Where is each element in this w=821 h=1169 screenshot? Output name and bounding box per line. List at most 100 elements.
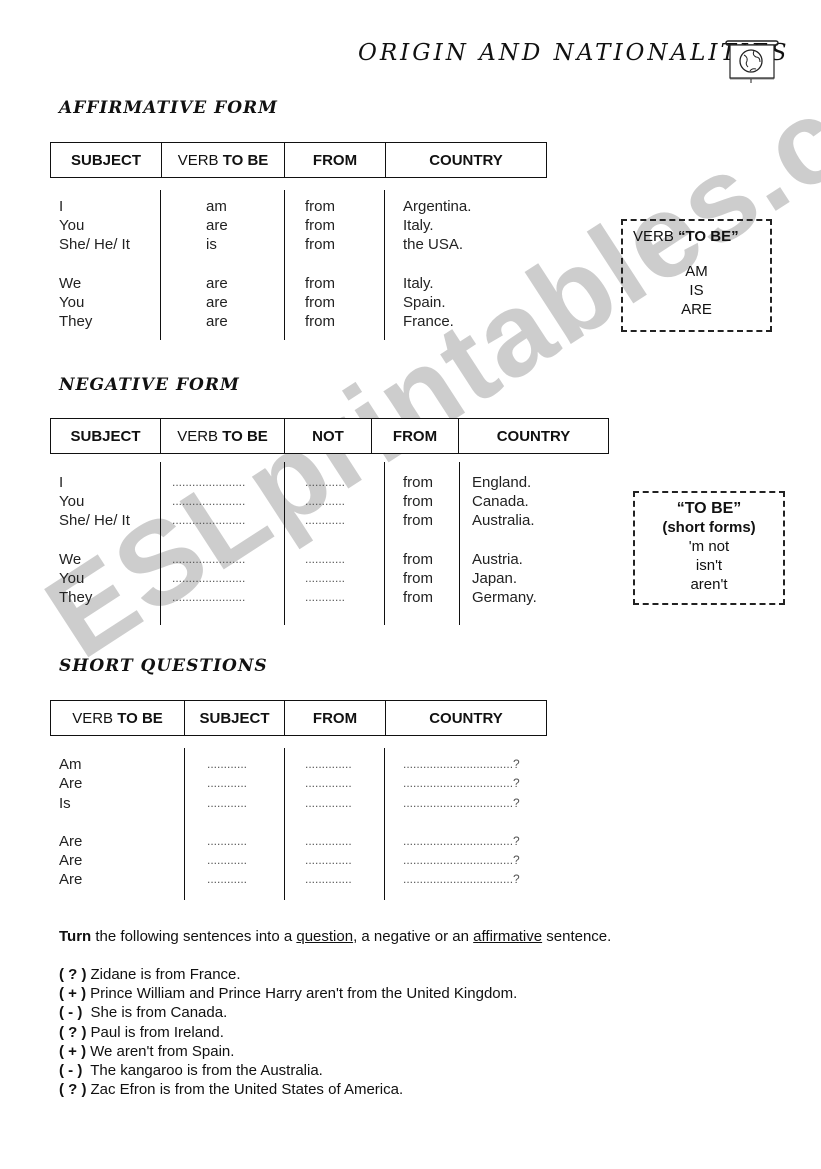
negative-from: from [403,493,433,510]
from-blank[interactable]: .............. [305,851,352,870]
short-forms-subtitle: (short forms) [662,519,756,536]
from-blank[interactable]: .............. [305,774,352,793]
verb-blank[interactable]: ...................... [172,473,245,492]
affirmative-from: from [305,275,335,292]
column-header-subject: SUBJECT [185,701,285,735]
negative-subject: You [59,493,85,510]
sentence-mark: ( - ) [59,1062,83,1079]
not-blank[interactable]: ............ [305,473,345,492]
affirmative-from: from [305,294,335,311]
not-blank[interactable]: ............ [305,511,345,530]
subject-blank[interactable]: ............ [207,755,247,774]
negative-country: Japan. [472,570,518,587]
column-header-country: COUNTRY [429,151,503,169]
column-divider [384,190,385,340]
from-blank[interactable]: .............. [305,832,352,851]
subject-blank[interactable]: ............ [207,851,247,870]
affirmative-header-row: SUBJECT VERB TO BE FROM COUNTRY [50,142,547,178]
short-forms-box: “TO BE” (short forms) 'm not isn't aren'… [633,491,785,605]
question-verb: Are [59,852,83,869]
sentence-text: Prince William and Prince Harry aren't f… [90,985,518,1002]
negative-from: from [403,551,433,568]
sentence-mark: ( ? ) [59,1024,87,1041]
verb-blank[interactable]: ...................... [172,511,245,530]
affirmative-from: from [305,313,335,330]
column-header-verb-to-be: VERB TO BE [161,419,285,453]
questions-heading: SHORT QUESTIONS [59,656,268,676]
column-divider [184,748,185,900]
verb-form: IS [689,282,704,299]
column-header-from: FROM [372,419,459,453]
question-verb: Are [59,833,83,850]
negative-country: Australia. [472,512,535,529]
country-blank[interactable]: .................................? [403,755,520,774]
column-header-from: FROM [285,143,386,177]
not-blank[interactable]: ............ [305,550,345,569]
affirmative-country: France. [403,313,454,330]
from-blank[interactable]: .............. [305,870,352,889]
from-blank[interactable]: .............. [305,755,352,774]
verb-blank[interactable]: ...................... [172,492,245,511]
column-header-verb-to-be: VERB TO BE [162,143,285,177]
negative-from: from [403,570,433,587]
verb-blank[interactable]: ...................... [172,550,245,569]
verb-to-be-box: VERB “TO BE” AM IS ARE [621,219,772,332]
exercise-sentence: ( ? ) Paul is from Ireland. [59,1023,224,1042]
sentence-mark: ( + ) [59,1043,87,1060]
negative-header-row: SUBJECT VERB TO BE NOT FROM COUNTRY [50,418,609,454]
affirmative-subject: They [59,313,93,330]
affirmative-subject: You [59,217,85,234]
exercise-sentence: ( + ) Prince William and Prince Harry are… [59,984,517,1003]
negative-subject: I [59,474,64,491]
affirmative-country: Italy. [403,217,434,234]
question-verb: Are [59,775,83,792]
subject-blank[interactable]: ............ [207,794,247,813]
globe-projector-screen-icon [724,38,780,83]
subject-blank[interactable]: ............ [207,774,247,793]
affirmative-country: Spain. [403,294,446,311]
negative-from: from [403,589,433,606]
column-divider [384,462,385,625]
affirmative-heading: AFFIRMATIVE FORM [59,98,278,118]
country-blank[interactable]: .................................? [403,794,520,813]
not-blank[interactable]: ............ [305,569,345,588]
negative-subject: She/ He/ It [59,512,130,529]
subject-blank[interactable]: ............ [207,870,247,889]
country-blank[interactable]: .................................? [403,870,520,889]
exercise-sentence: ( - ) The kangaroo is from the Australia… [59,1061,323,1080]
exercise-sentence: ( + ) We aren't from Spain. [59,1042,234,1061]
country-blank[interactable]: .................................? [403,851,520,870]
country-blank[interactable]: .................................? [403,832,520,851]
not-blank[interactable]: ............ [305,588,345,607]
affirmative-subject: I [59,198,64,215]
affirmative-subject: We [59,275,82,292]
not-blank[interactable]: ............ [305,492,345,511]
verb-box-title: VERB “TO BE” [633,228,739,245]
column-divider [160,462,161,625]
subject-blank[interactable]: ............ [207,832,247,851]
affirmative-verb: are [206,217,228,234]
affirmative-subject: She/ He/ It [59,236,130,253]
question-verb: Am [59,756,82,773]
column-header-from: FROM [285,701,386,735]
question-verb: Is [59,795,71,812]
sentence-text: We aren't from Spain. [90,1043,235,1060]
verb-blank[interactable]: ...................... [172,588,245,607]
negative-subject: We [59,551,82,568]
sentence-mark: ( + ) [59,985,87,1002]
column-divider [160,190,161,340]
verb-blank[interactable]: ...................... [172,569,245,588]
short-form: 'm not [688,538,730,555]
sentence-text: She is from Canada. [86,1004,228,1021]
sentence-mark: ( ? ) [59,1081,87,1098]
negative-from: from [403,512,433,529]
from-blank[interactable]: .............. [305,794,352,813]
country-blank[interactable]: .................................? [403,774,520,793]
negative-heading: NEGATIVE FORM [59,375,240,395]
negative-country: Canada. [472,493,529,510]
affirmative-verb: are [206,313,228,330]
affirmative-country: the USA. [403,236,464,253]
affirmative-verb: am [206,198,227,215]
negative-from: from [403,474,433,491]
affirmative-verb: are [206,275,228,292]
